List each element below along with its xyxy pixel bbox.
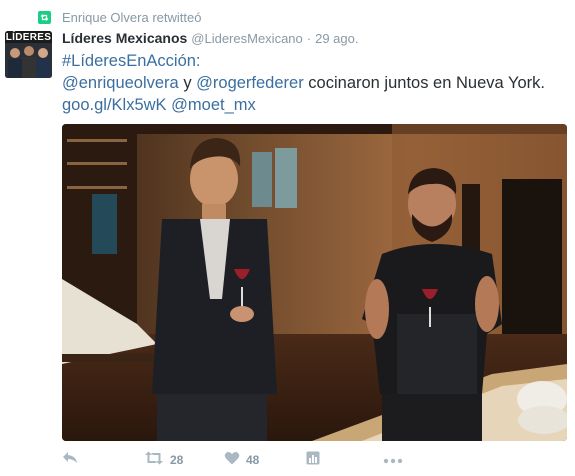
header-separator: · <box>306 31 312 46</box>
mention-moet[interactable]: @moet_mx <box>171 96 256 114</box>
more-icon <box>383 451 403 469</box>
retweet-context-text[interactable]: Enrique Olvera retwitteó <box>62 10 201 25</box>
author-username[interactable]: @LideresMexicano <box>191 31 302 46</box>
avatar[interactable]: LÍDERES <box>5 31 52 78</box>
avatar-logo-text: LÍDERES <box>5 32 52 43</box>
mention-enriqueolvera[interactable]: @enriqueolvera <box>62 74 179 92</box>
retweet-context: Enrique Olvera retwitteó <box>38 9 201 25</box>
tweet-header: Líderes Mexicanos @LideresMexicano · 29 … <box>62 30 358 46</box>
author-fullname[interactable]: Líderes Mexicanos <box>62 30 187 46</box>
tweet-text-body: cocinaron juntos en Nueva York. <box>303 74 545 92</box>
retweet-count: 28 <box>170 453 184 467</box>
tweet-timestamp[interactable]: 29 ago. <box>315 31 358 46</box>
reply-button[interactable] <box>62 448 78 472</box>
like-button[interactable]: 48 <box>224 448 259 472</box>
tweet-text: #LíderesEnAcción: @enriqueolvera y @roge… <box>62 50 562 116</box>
retweet-button[interactable]: 28 <box>144 448 183 472</box>
like-count: 48 <box>246 453 260 467</box>
tweet-text-and: y <box>178 74 197 92</box>
mention-rogerfederer[interactable]: @rogerfederer <box>196 74 304 92</box>
more-button[interactable] <box>383 448 403 472</box>
reply-icon <box>62 451 78 470</box>
analytics-icon <box>306 451 320 470</box>
tweet-photo[interactable] <box>62 124 567 441</box>
retweet-badge-icon <box>38 10 51 24</box>
short-link[interactable]: goo.gl/Klx5wK <box>62 96 167 114</box>
hashtag-link[interactable]: #LíderesEnAcción: <box>62 52 201 70</box>
like-icon <box>224 451 240 470</box>
analytics-button[interactable] <box>306 448 320 472</box>
retweet-icon <box>144 451 164 470</box>
tweet-actions: 28 48 <box>62 448 562 472</box>
